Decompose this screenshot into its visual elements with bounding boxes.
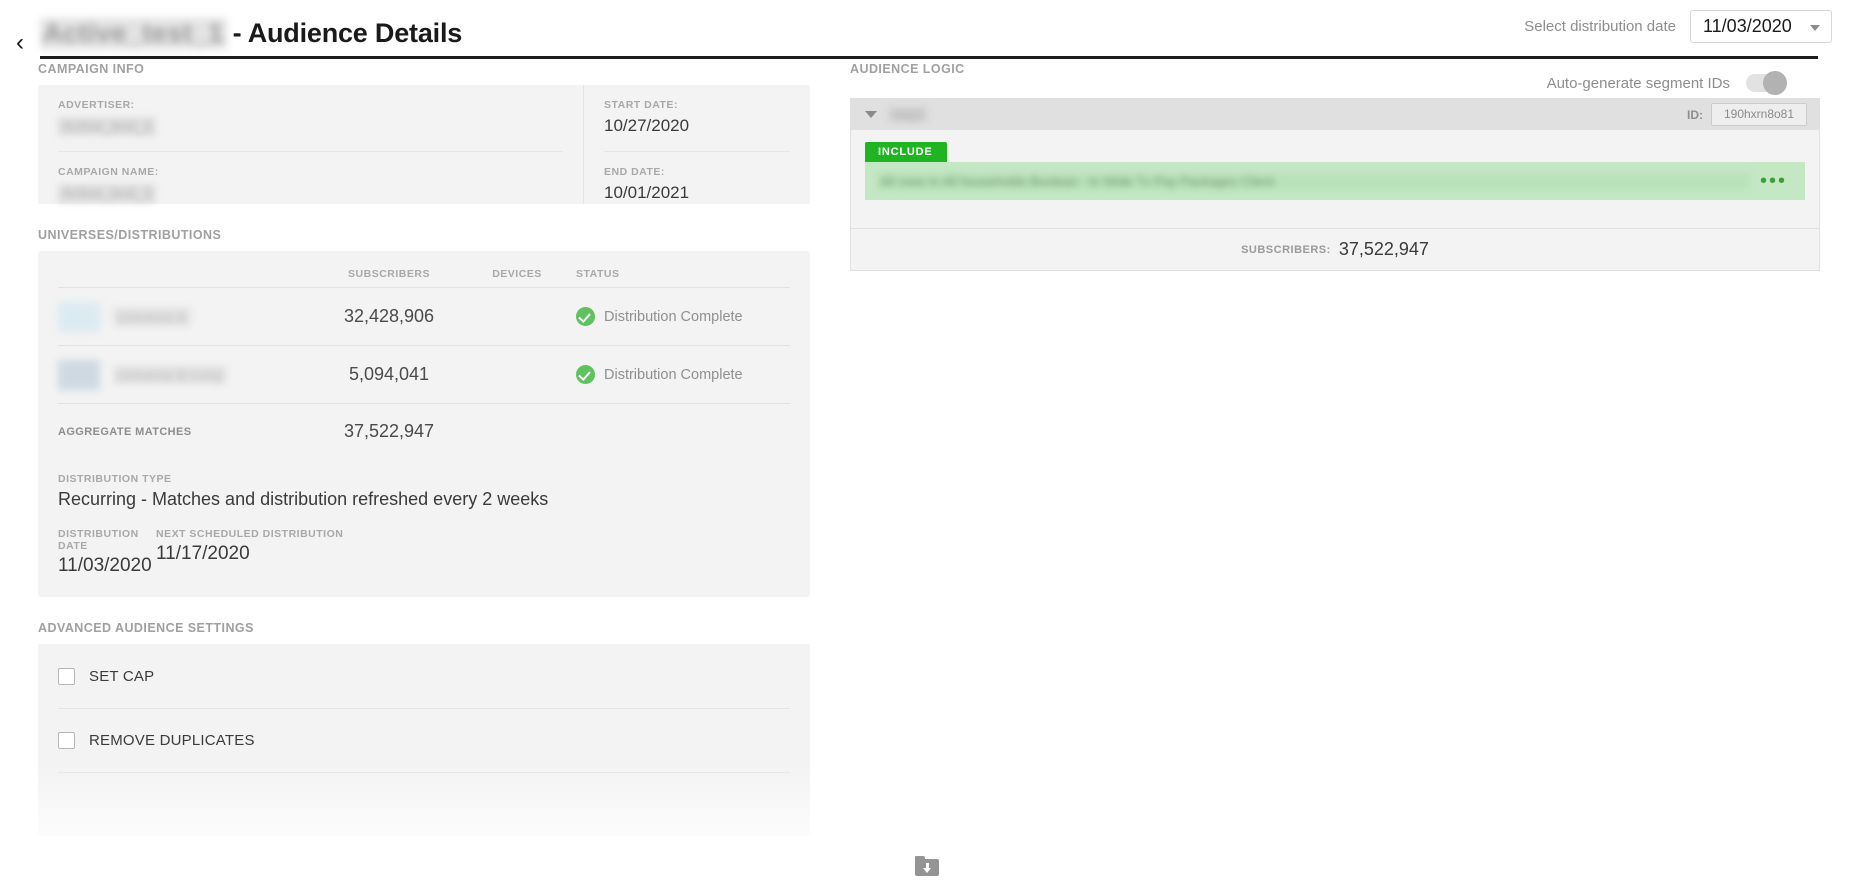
- distribution-date-key: DISTRIBUTION DATE: [58, 528, 139, 552]
- remove-duplicates-checkbox[interactable]: [58, 732, 75, 749]
- distribution-type-label: DISTRIBUTION TYPE: [58, 473, 172, 485]
- page-title: Active_test_1 - Audience Details: [40, 18, 462, 49]
- segment-body: INCLUDE All rows in All households Boole…: [851, 130, 1819, 228]
- universe-name-cell: Universe B Long: [58, 359, 320, 390]
- page-body: CAMPAIGN INFO ADVERTISER: Active_test_1 …: [0, 62, 1854, 884]
- title-underline: [40, 56, 1818, 59]
- right-column: AUDIENCE LOGIC Auto-generate segment IDs…: [850, 62, 1820, 271]
- advertiser-field: ADVERTISER: Active_test_1: [58, 99, 563, 151]
- segment-subscribers-value: 37,522,947: [1338, 239, 1429, 259]
- campaign-info-section-label: CAMPAIGN INFO: [38, 62, 145, 76]
- hidden-row: [58, 772, 790, 836]
- segment-name: seg1: [889, 107, 928, 122]
- chevron-down-icon: [1810, 25, 1820, 31]
- folder-download-icon[interactable]: [915, 856, 939, 876]
- universe-status-cell: Distribution Complete: [576, 307, 743, 326]
- segment-id-group: ID: 190hxrn8o81: [1687, 103, 1807, 126]
- chevron-down-icon[interactable]: [865, 111, 877, 118]
- universe-name: Universe B Long: [114, 365, 226, 384]
- status-badge: Distribution Complete: [604, 308, 743, 325]
- distribution-date-picker: Select distribution date 11/03/2020: [1524, 10, 1832, 43]
- set-cap-row[interactable]: SET CAP: [58, 644, 790, 708]
- universe-logo-icon: [58, 301, 100, 332]
- universe-logo-icon: [58, 359, 100, 390]
- segment-header: seg1 ID: 190hxrn8o81: [851, 99, 1819, 130]
- advanced-settings-card: SET CAP REMOVE DUPLICATES: [38, 644, 810, 836]
- page-title-campaign-name: Active_test_1: [40, 18, 227, 49]
- campaign-name-value: Active_test_1: [58, 183, 563, 203]
- start-date-field: START DATE: 10/27/2020: [604, 99, 790, 151]
- segment-card: seg1 ID: 190hxrn8o81 INCLUDE All rows in…: [850, 98, 1820, 271]
- include-badge: INCLUDE: [865, 142, 947, 162]
- universe-status-cell: Distribution Complete: [576, 365, 743, 384]
- auto-generate-segment-ids-control: Auto-generate segment IDs: [1546, 71, 1787, 95]
- col-header-status: STATUS: [576, 268, 620, 280]
- distribution-type-value: Recurring - Matches and distribution ref…: [58, 489, 549, 509]
- distribution-type-block: DISTRIBUTION TYPE Recurring - Matches an…: [58, 459, 790, 514]
- col-header-devices: DEVICES: [492, 268, 542, 280]
- page-footer: [0, 848, 1854, 884]
- distribution-date-block: DISTRIBUTION DATE 11/03/2020: [58, 528, 152, 577]
- advertiser-label: ADVERTISER:: [58, 99, 135, 111]
- auto-generate-segment-ids-label: Auto-generate segment IDs: [1546, 74, 1730, 92]
- auto-generate-segment-ids-toggle[interactable]: [1746, 71, 1787, 95]
- rule-expression-text: All rows in All households Boolean : In …: [877, 172, 1750, 190]
- campaign-info-card: ADVERTISER: Active_test_1 CAMPAIGN NAME:…: [38, 85, 810, 204]
- remove-duplicates-row[interactable]: REMOVE DUPLICATES: [58, 708, 790, 772]
- aggregate-matches-label: AGGREGATE MATCHES: [58, 425, 192, 438]
- universes-section-label: UNIVERSES/DISTRIBUTIONS: [38, 228, 222, 242]
- left-column: CAMPAIGN INFO ADVERTISER: Active_test_1 …: [38, 62, 810, 884]
- segment-subscribers-label: SUBSCRIBERS:: [1241, 243, 1331, 256]
- universe-subscribers: 32,428,906: [343, 306, 435, 326]
- campaign-name-field: CAMPAIGN NAME: Active_test_1: [58, 151, 563, 203]
- next-distribution-key: NEXT SCHEDULED DISTRIBUTION: [156, 528, 344, 540]
- distribution-date-val: 11/03/2020: [58, 555, 152, 576]
- segment-subscribers-bar: SUBSCRIBERS: 37,522,947: [851, 228, 1819, 270]
- universe-name-cell: Universe A: [58, 301, 320, 332]
- col-header-subscribers: SUBSCRIBERS: [348, 268, 430, 280]
- next-distribution-block: NEXT SCHEDULED DISTRIBUTION 11/17/2020: [156, 528, 343, 577]
- set-cap-label: SET CAP: [89, 667, 155, 685]
- segment-id-label: ID:: [1687, 107, 1703, 122]
- aggregate-matches-value: 37,522,947: [343, 421, 435, 441]
- end-date-label: END DATE:: [604, 166, 665, 178]
- end-date-field: END DATE: 10/01/2021: [604, 151, 790, 203]
- table-row: Universe B Long 5,094,041 Distribution C…: [58, 345, 790, 403]
- end-date-value: 10/01/2021: [604, 183, 690, 202]
- campaign-info-left-col: ADVERTISER: Active_test_1 CAMPAIGN NAME:…: [38, 85, 583, 204]
- toggle-knob: [1763, 71, 1787, 95]
- advanced-settings-section-label: ADVANCED AUDIENCE SETTINGS: [38, 621, 254, 635]
- table-row: Universe A 32,428,906 Distribution Compl…: [58, 287, 790, 345]
- aggregate-matches-row: AGGREGATE MATCHES 37,522,947: [58, 403, 790, 459]
- distribution-dates-block: DISTRIBUTION DATE 11/03/2020 NEXT SCHEDU…: [58, 514, 790, 597]
- next-distribution-val: 11/17/2020: [156, 543, 250, 564]
- segment-id-input[interactable]: 190hxrn8o81: [1711, 103, 1807, 126]
- start-date-value: 10/27/2020: [604, 116, 690, 135]
- universe-subscribers: 5,094,041: [348, 364, 430, 384]
- check-circle-icon: [576, 307, 595, 326]
- advertiser-value: Active_test_1: [58, 116, 563, 136]
- remove-duplicates-label: REMOVE DUPLICATES: [89, 732, 255, 749]
- rule-row[interactable]: All rows in All households Boolean : In …: [865, 162, 1805, 200]
- ellipsis-icon[interactable]: •••: [1760, 171, 1793, 191]
- segment-spacer: [865, 200, 1805, 228]
- universes-card: SUBSCRIBERS DEVICES STATUS Universe A 32…: [38, 251, 810, 597]
- page-header: ‹ Active_test_1 - Audience Details Selec…: [0, 0, 1854, 59]
- campaign-info-right-col: START DATE: 10/27/2020 END DATE: 10/01/2…: [583, 85, 810, 204]
- universe-name: Universe A: [114, 307, 190, 326]
- start-date-label: START DATE:: [604, 99, 678, 111]
- status-badge: Distribution Complete: [604, 366, 743, 383]
- distribution-date-select[interactable]: 11/03/2020: [1690, 10, 1832, 43]
- campaign-name-label: CAMPAIGN NAME:: [58, 166, 159, 178]
- check-circle-icon: [576, 365, 595, 384]
- universes-table-header: SUBSCRIBERS DEVICES STATUS: [58, 251, 790, 287]
- distribution-date-value: 11/03/2020: [1703, 16, 1792, 36]
- set-cap-checkbox[interactable]: [58, 667, 75, 685]
- back-button[interactable]: ‹: [16, 31, 34, 55]
- page-title-suffix: - Audience Details: [232, 18, 463, 48]
- distribution-date-label: Select distribution date: [1524, 18, 1676, 35]
